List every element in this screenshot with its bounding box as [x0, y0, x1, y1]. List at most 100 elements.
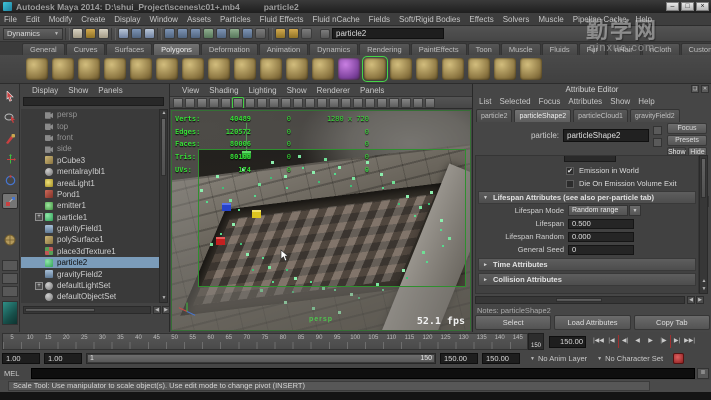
single-pane-layout-button[interactable]	[2, 260, 18, 271]
outliner-item[interactable]: persp	[21, 109, 159, 120]
viewport-canvas[interactable]: Verts: 40489 0 1280 x 720 Edges: 120572 …	[171, 110, 471, 331]
poly-cube-interactive-icon[interactable]	[338, 58, 360, 80]
shelf-tab[interactable]: Toon	[468, 43, 500, 55]
step-forward-key-button[interactable]: |▶	[657, 335, 670, 348]
render-settings-icon[interactable]	[301, 28, 312, 39]
film-gate-icon[interactable]	[269, 98, 279, 108]
gate-mask-icon[interactable]	[293, 98, 303, 108]
poly-torus-icon[interactable]	[156, 58, 178, 80]
outliner-item[interactable]: areaLight1	[21, 177, 159, 188]
snap-curve-icon[interactable]	[177, 28, 188, 39]
step-forward-frame-button[interactable]: ▶|	[670, 335, 683, 348]
expand-toggle[interactable]	[35, 190, 43, 198]
lifespan-mode-dropdown[interactable]: Random range	[568, 205, 628, 216]
menu-item[interactable]: View	[182, 86, 199, 95]
attribute-hscrollbar[interactable]	[475, 296, 685, 304]
popout-icon[interactable]: ❏	[691, 85, 699, 93]
step-back-key-button[interactable]: ◀|	[618, 335, 631, 348]
close-icon[interactable]: ✕	[701, 85, 709, 93]
menu-item[interactable]: Fields	[369, 15, 390, 24]
scroll-up-icon[interactable]: ▲	[160, 110, 168, 117]
outliner-item[interactable]: top	[21, 120, 159, 131]
focus-button[interactable]: Focus	[667, 123, 707, 134]
shelf-tab[interactable]: Muscle	[501, 43, 541, 55]
separate-icon[interactable]	[520, 58, 542, 80]
mirror-geometry-icon[interactable]	[468, 58, 490, 80]
shelf-tab[interactable]: Dynamics	[309, 43, 358, 55]
select-hierarchy-icon[interactable]	[118, 28, 129, 39]
checkbox-row[interactable]: Die On Emission Volume Exit	[476, 178, 698, 189]
menu-item[interactable]: Particles	[220, 15, 251, 24]
poly-sphere-bracket-icon[interactable]	[364, 58, 386, 80]
grid-icon[interactable]	[257, 98, 267, 108]
shelf-tab[interactable]: Deformation	[201, 43, 258, 55]
node-tab[interactable]: particleCloud1	[573, 109, 628, 122]
layout-preview-thumbnail[interactable]	[2, 301, 18, 325]
shelf-tab[interactable]: PaintEffects	[411, 43, 467, 55]
poly-prism-icon[interactable]	[182, 58, 204, 80]
node-tab[interactable]: particle2	[476, 109, 512, 122]
shelf-tab[interactable]: Surfaces	[106, 43, 152, 55]
poly-cube-icon[interactable]	[52, 58, 74, 80]
step-back-frame-button[interactable]: |◀	[605, 335, 618, 348]
poly-sphere-icon[interactable]	[26, 58, 48, 80]
shelf-tab[interactable]: Curves	[66, 43, 106, 55]
outliner-item[interactable]: gravityField1	[21, 223, 159, 234]
attribute-section-header[interactable]: Time Attributes	[478, 258, 696, 271]
poly-pipe-icon[interactable]	[234, 58, 256, 80]
footer-button[interactable]: Load Attributes	[554, 315, 630, 330]
play-backwards-button[interactable]: ◀	[631, 335, 644, 348]
shelf-tab[interactable]: nHair	[607, 43, 641, 55]
range-slider-track[interactable]: 1 150	[86, 353, 436, 364]
menu-item[interactable]: Help	[638, 97, 654, 106]
shaded-icon[interactable]	[353, 98, 363, 108]
bookmark-icon[interactable]	[209, 98, 219, 108]
multisample-icon[interactable]	[425, 98, 435, 108]
poly-plane-icon[interactable]	[130, 58, 152, 80]
menu-item[interactable]: Show	[287, 86, 307, 95]
poly-cone-icon[interactable]	[104, 58, 126, 80]
outliner-item[interactable]: + particle1	[21, 212, 159, 223]
expand-toggle[interactable]	[35, 259, 43, 267]
expand-toggle[interactable]	[35, 156, 43, 164]
snap-view-plane-icon[interactable]	[229, 28, 240, 39]
attribute-hscroll-arrows[interactable]: ◀▶	[687, 296, 704, 304]
expand-toggle[interactable]	[35, 225, 43, 233]
range-start-handle[interactable]: 1	[90, 354, 94, 364]
construction-history-icon[interactable]	[255, 28, 266, 39]
expand-toggle[interactable]	[35, 236, 43, 244]
render-icon[interactable]	[275, 28, 286, 39]
select-component-icon[interactable]	[144, 28, 155, 39]
menu-item[interactable]: Shading	[209, 86, 238, 95]
current-time-field[interactable]: 150.00	[549, 336, 586, 348]
snap-point-icon[interactable]	[190, 28, 201, 39]
select-object-icon[interactable]	[131, 28, 142, 39]
save-scene-icon[interactable]	[98, 28, 109, 39]
scroll-down-icon[interactable]: ▼	[700, 286, 708, 293]
playback-end-field[interactable]: 150.00	[440, 353, 478, 364]
script-editor-icon[interactable]: ≣	[697, 368, 709, 379]
menu-item[interactable]: Show	[68, 86, 88, 95]
field-chart-icon[interactable]	[305, 98, 315, 108]
menu-item[interactable]: Effects	[469, 15, 493, 24]
range-slider-bar[interactable]	[88, 355, 434, 362]
safe-title-icon[interactable]	[329, 98, 339, 108]
scroll-up-icon[interactable]: ▲	[700, 278, 708, 285]
quick-select-field[interactable]: particle2	[332, 28, 444, 39]
command-language-label[interactable]: MEL	[4, 369, 31, 378]
minimize-button[interactable]: –	[666, 2, 679, 11]
lock-camera-icon[interactable]	[185, 98, 195, 108]
go-to-end-button[interactable]: ▶▶|	[683, 335, 696, 348]
expand-toggle[interactable]: +	[35, 213, 43, 221]
menu-item[interactable]: Modify	[49, 15, 73, 24]
shelf-tab[interactable]: Fluids	[542, 43, 578, 55]
make-live-icon[interactable]	[216, 28, 227, 39]
outliner-item[interactable]: place3dTexture1	[21, 246, 159, 257]
title-bar[interactable]: Autodesk Maya 2014: D:\shui_Project\scen…	[0, 0, 711, 13]
outliner-item[interactable]: gravityField2	[21, 268, 159, 279]
shadows-icon[interactable]	[389, 98, 399, 108]
command-input[interactable]	[31, 368, 695, 379]
menu-item[interactable]: Renderer	[317, 86, 350, 95]
attribute-scroll-area[interactable]: ✔ Emission in World Die On Emission Volu…	[475, 155, 699, 294]
attribute-value-field[interactable]: 0	[568, 245, 634, 255]
